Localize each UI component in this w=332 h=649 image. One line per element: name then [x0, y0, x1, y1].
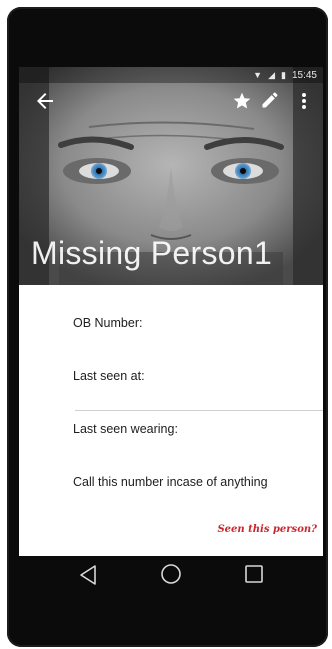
wifi-icon: ▼ — [253, 69, 263, 80]
star-icon[interactable] — [232, 91, 252, 111]
app-bar — [19, 83, 323, 119]
seen-this-person-link[interactable]: Seen this person? — [217, 524, 317, 535]
contact-number-label[interactable]: Call this number incase of anything — [73, 475, 268, 489]
status-bar: ▼ ◢ ▮ 15:45 — [19, 67, 323, 83]
last-seen-at-label: Last seen at: — [73, 369, 145, 383]
arrow-back-icon[interactable] — [33, 89, 57, 113]
more-vert-icon[interactable] — [297, 91, 311, 111]
nav-back-icon[interactable] — [78, 564, 98, 586]
last-seen-wearing-label: Last seen wearing: — [73, 422, 178, 436]
nav-recents-icon[interactable] — [244, 564, 264, 584]
person-photo-header: ▼ ◢ ▮ 15:45 Missing Person1 — [19, 67, 323, 285]
system-nav-bar — [26, 556, 323, 594]
status-time: 15:45 — [291, 69, 317, 81]
signal-icon: ◢ — [268, 69, 276, 80]
battery-icon: ▮ — [281, 69, 286, 80]
edit-pencil-icon[interactable] — [260, 90, 280, 110]
divider — [75, 410, 323, 411]
app-screen: ▼ ◢ ▮ 15:45 Missing Person1 OB Number: L… — [19, 67, 323, 556]
person-details: OB Number: Last seen at: Last seen weari… — [19, 285, 323, 556]
nav-home-icon[interactable] — [160, 563, 182, 585]
ob-number-label: OB Number: — [73, 316, 143, 330]
page-title: Missing Person1 — [31, 235, 273, 271]
